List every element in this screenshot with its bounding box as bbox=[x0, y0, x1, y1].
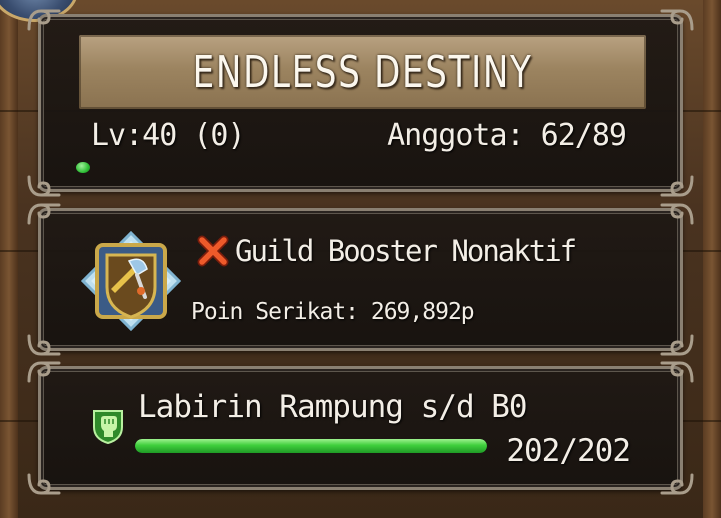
booster-status-text: Guild Booster Nonaktif bbox=[235, 234, 577, 268]
corner-ornament-icon bbox=[660, 473, 694, 497]
corner-ornament-icon bbox=[27, 7, 61, 31]
corner-ornament-icon bbox=[660, 175, 694, 199]
corner-ornament-icon bbox=[660, 7, 694, 31]
labyrinth-progress-bar bbox=[135, 439, 487, 453]
labyrinth-title: Labirin Rampung s/d B0 bbox=[138, 389, 528, 425]
wood-post bbox=[703, 0, 721, 518]
corner-ornament-icon bbox=[27, 473, 61, 497]
labyrinth-progress-fill bbox=[135, 439, 487, 453]
guild-points: Poin Serikat: 269,892p bbox=[191, 299, 475, 325]
guild-level: Lv:40 (0) bbox=[91, 118, 246, 153]
guild-member-count: Anggota: 62/89 bbox=[387, 118, 627, 153]
guild-booster-panel[interactable]: Guild Booster Nonaktif Poin Serikat: 269… bbox=[27, 203, 694, 356]
guild-info-panel: ENDLESS DESTINY Lv:40 (0) Anggota: 62/89 bbox=[27, 9, 694, 197]
corner-ornament-icon bbox=[660, 334, 694, 358]
corner-ornament-icon bbox=[27, 175, 61, 199]
corner-ornament-icon bbox=[27, 359, 61, 383]
wood-post bbox=[0, 0, 18, 518]
guild-name-banner: ENDLESS DESTINY bbox=[79, 35, 646, 109]
corner-ornament-icon bbox=[660, 359, 694, 383]
labyrinth-progress-panel[interactable]: Labirin Rampung s/d B0 202/202 bbox=[27, 361, 694, 495]
guild-shield-emblem-icon bbox=[80, 230, 182, 332]
green-fist-icon bbox=[90, 407, 126, 445]
corner-ornament-icon bbox=[660, 201, 694, 225]
guild-name: ENDLESS DESTINY bbox=[192, 46, 533, 98]
online-status-icon bbox=[76, 162, 90, 173]
booster-status-row: Guild Booster Nonaktif bbox=[197, 231, 577, 271]
labyrinth-progress-count: 202/202 bbox=[506, 433, 631, 469]
corner-ornament-icon bbox=[27, 201, 61, 225]
corner-ornament-icon bbox=[27, 334, 61, 358]
red-x-icon bbox=[197, 235, 229, 267]
